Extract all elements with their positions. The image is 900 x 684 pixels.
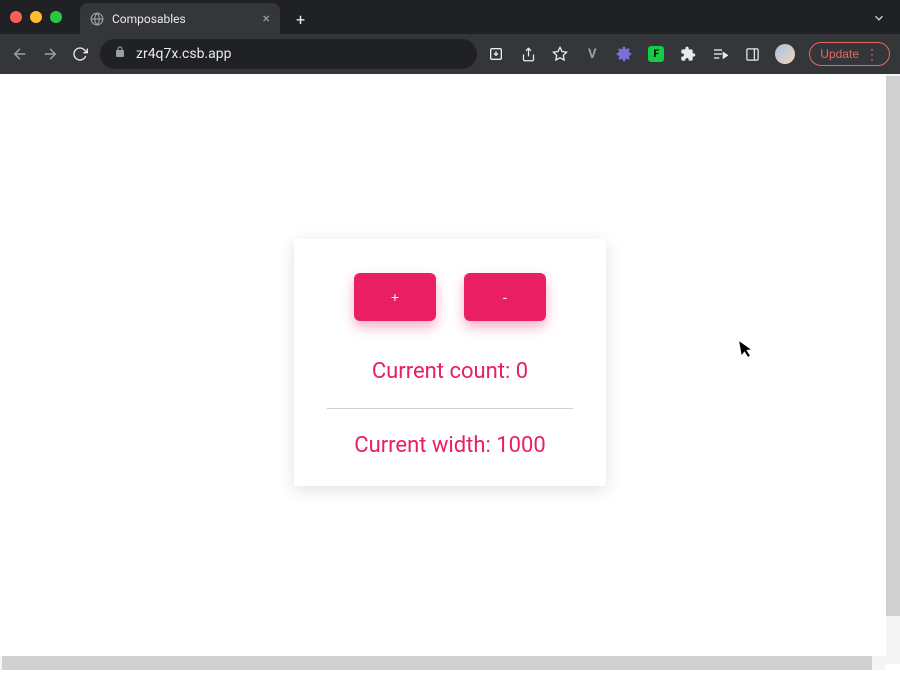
menu-dots-icon: ⋮	[865, 47, 879, 61]
vertical-scrollbar[interactable]	[886, 74, 900, 664]
width-label: Current width:	[354, 433, 491, 458]
chevron-down-icon[interactable]	[872, 10, 886, 29]
vertical-scrollbar-thumb[interactable]	[886, 76, 900, 616]
window-controls	[10, 11, 62, 23]
update-button[interactable]: Update ⋮	[809, 42, 890, 66]
tab-title: Composables	[112, 12, 255, 26]
increment-button[interactable]: +	[354, 273, 436, 321]
globe-icon	[90, 12, 104, 26]
count-value: 0	[516, 359, 528, 384]
horizontal-scrollbar[interactable]	[0, 656, 886, 670]
tab-bar: Composables × +	[0, 0, 900, 34]
extension-gear-icon[interactable]	[615, 45, 633, 63]
close-window-button[interactable]	[10, 11, 22, 23]
cursor-icon	[738, 339, 756, 363]
count-label: Current count:	[372, 359, 511, 384]
browser-chrome: Composables × + zr4q7x.csb.app	[0, 0, 900, 74]
extension-f-icon[interactable]: F	[647, 45, 665, 63]
address-bar[interactable]: zr4q7x.csb.app	[100, 39, 477, 69]
extensions-puzzle-icon[interactable]	[679, 45, 697, 63]
bookmark-star-icon[interactable]	[551, 45, 569, 63]
new-tab-button[interactable]: +	[296, 10, 305, 29]
lock-icon	[114, 46, 126, 62]
playlist-icon[interactable]	[711, 45, 729, 63]
toolbar-actions: V F Update ⋮	[487, 42, 890, 66]
forward-button[interactable]	[40, 44, 60, 64]
button-row: + -	[354, 273, 546, 321]
maximize-window-button[interactable]	[50, 11, 62, 23]
extension-v-icon[interactable]: V	[583, 45, 601, 63]
close-tab-icon[interactable]: ×	[263, 11, 270, 27]
toolbar: zr4q7x.csb.app V F	[0, 34, 900, 74]
back-button[interactable]	[10, 44, 30, 64]
width-value: 1000	[496, 433, 545, 458]
share-icon[interactable]	[519, 45, 537, 63]
browser-tab[interactable]: Composables ×	[80, 3, 280, 35]
page-content: + - Current count: 0 Current width: 1000	[0, 74, 900, 670]
width-display: Current width: 1000	[354, 433, 546, 458]
counter-card: + - Current count: 0 Current width: 1000	[294, 239, 606, 486]
horizontal-scrollbar-thumb[interactable]	[2, 656, 872, 670]
reload-button[interactable]	[70, 44, 90, 64]
count-display: Current count: 0	[372, 359, 528, 384]
profile-avatar[interactable]	[775, 44, 795, 64]
decrement-button[interactable]: -	[464, 273, 546, 321]
panel-icon[interactable]	[743, 45, 761, 63]
update-label: Update	[820, 47, 859, 61]
minimize-window-button[interactable]	[30, 11, 42, 23]
install-icon[interactable]	[487, 45, 505, 63]
url-text: zr4q7x.csb.app	[136, 46, 231, 62]
divider	[327, 408, 573, 409]
